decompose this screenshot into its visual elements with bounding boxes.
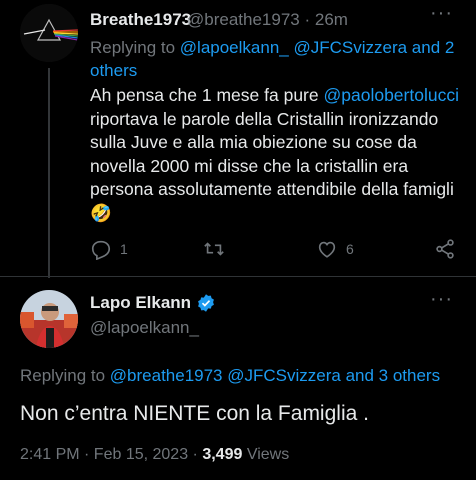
reply-action-bar: 1 6 (90, 238, 460, 264)
more-dots-icon[interactable]: ··· (430, 288, 453, 311)
retweet-icon (204, 242, 224, 256)
views-label: Views (242, 446, 290, 463)
more-dots-icon[interactable]: ··· (430, 2, 453, 25)
tweet-metadata: 2:41 PM · Feb 15, 2023 · 3,499 Views (20, 446, 289, 464)
like-count: 6 (346, 241, 354, 257)
reply-display-name[interactable]: Breathe1973 (90, 10, 191, 30)
replying-to-users-link[interactable]: @breathe1973 @JFCSvizzera and 3 others (110, 366, 440, 385)
reply-replying-to: Replying to @lapoelkann_ @JFCSvizzera an… (90, 36, 460, 82)
reply-count: 1 (120, 241, 128, 257)
like-button[interactable]: 6 (316, 238, 354, 260)
retweet-button[interactable] (202, 238, 234, 260)
main-replying-to: Replying to @breathe1973 @JFCSvizzera an… (20, 366, 470, 386)
author-display-name[interactable]: Lapo Elkann (90, 293, 191, 313)
avatar-lapo-elkann[interactable] (20, 290, 78, 348)
author-handle[interactable]: @lapoelkann_ (90, 318, 199, 338)
mention-link[interactable]: @paolobertolucci (323, 85, 458, 105)
separator-dot: · (304, 10, 315, 29)
heart-icon (318, 241, 336, 258)
tweet-timestamp[interactable]: 2:41 PM · Feb 15, 2023 · (20, 446, 202, 463)
views-count: 3,499 (202, 446, 243, 463)
verified-badge-icon[interactable] (196, 293, 216, 313)
main-tweet-text: Non c’entra NIENTE con la Famiglia . (20, 402, 369, 425)
reply-text-body: riportava le parole della Cristallin iro… (90, 108, 454, 200)
reply-tweet-text: Ah pensa che 1 mese fa pure @paolobertol… (90, 84, 470, 225)
reply-icon (91, 240, 111, 260)
replying-to-label: Replying to (90, 38, 180, 57)
reply-handle-time: @breathe1973 · 26m (187, 10, 348, 30)
share-icon (436, 239, 454, 259)
replying-to-label: Replying to (20, 366, 110, 385)
tweet-divider (0, 276, 476, 277)
reply-time[interactable]: 26m (315, 10, 348, 29)
prism-avatar-image (20, 4, 78, 62)
laughing-emoji: 🤣 (90, 202, 112, 223)
avatar-breathe1973[interactable] (20, 4, 78, 62)
thread-connector-line (48, 68, 50, 278)
author-name-row: Lapo Elkann (90, 293, 216, 313)
profile-photo-image (20, 290, 78, 348)
reply-handle[interactable]: @breathe1973 (187, 10, 300, 29)
reply-button[interactable]: 1 (90, 238, 128, 260)
share-button[interactable] (434, 238, 456, 260)
reply-text-prefix: Ah pensa che 1 mese fa pure (90, 85, 324, 105)
